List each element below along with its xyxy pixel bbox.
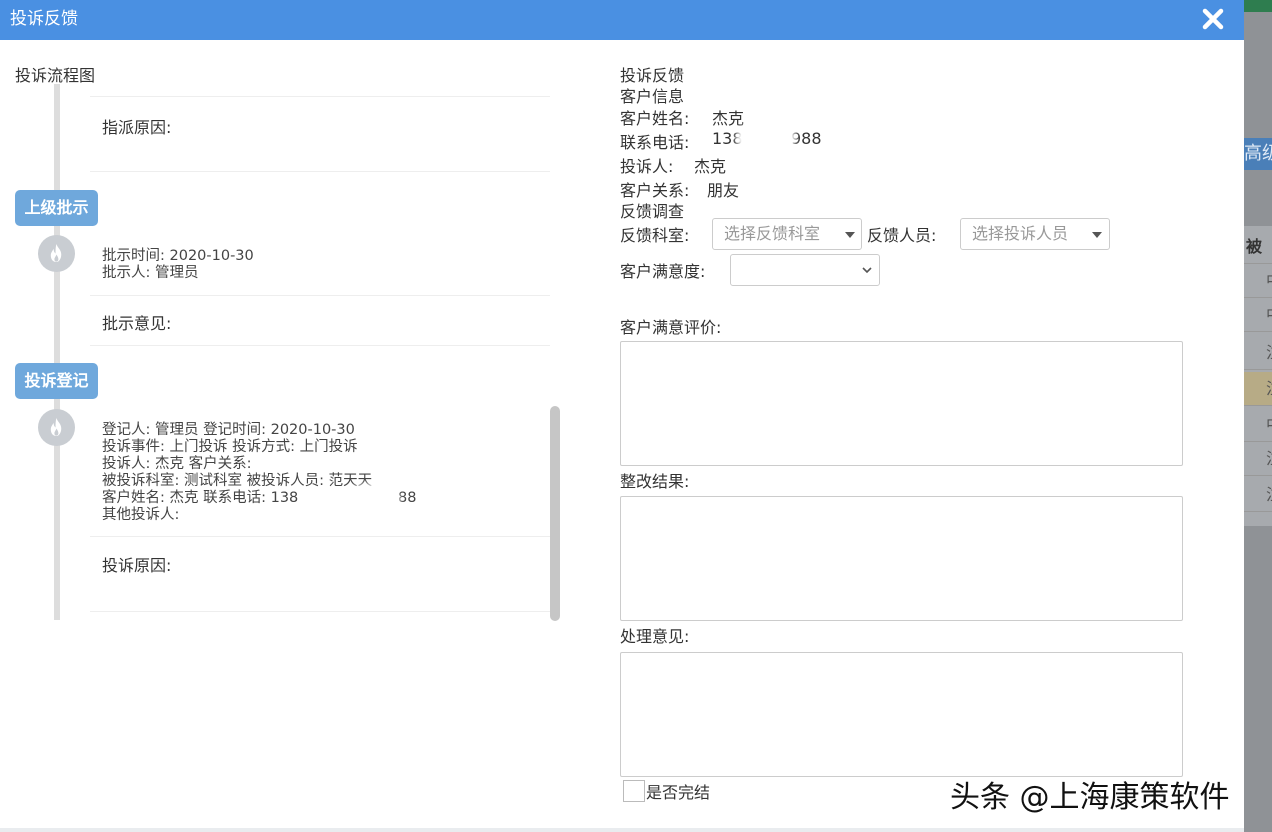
- caret-down-icon: [845, 232, 855, 238]
- done-label: 是否完结: [646, 783, 711, 802]
- flow-scrollbar[interactable]: [550, 406, 560, 621]
- close-button[interactable]: [1198, 4, 1228, 34]
- privacy-blur: [736, 120, 796, 156]
- survey-title: 反馈调查: [620, 202, 685, 221]
- customer-name-value: 杰克: [712, 109, 745, 128]
- modal-title: 投诉反馈: [10, 9, 78, 29]
- flow-title: 投诉流程图: [15, 66, 96, 85]
- feedback-staff-select[interactable]: 选择投诉人员: [960, 218, 1110, 250]
- register-line: 其他投诉人:: [102, 507, 180, 523]
- chevron-down-icon: [862, 267, 872, 274]
- rectify-textarea[interactable]: [620, 496, 1183, 621]
- rectify-label: 整改结果:: [620, 472, 690, 491]
- complainant-value: 杰克: [694, 157, 727, 176]
- background-row: 中: [1244, 298, 1272, 332]
- relation-value: 朋友: [707, 181, 740, 200]
- complaint-reason-card: 投诉原因:: [90, 537, 550, 612]
- background-column-header: 被: [1244, 230, 1272, 264]
- stage-tag-superior-instruction: 上级批示: [15, 190, 98, 226]
- flame-icon: [50, 418, 62, 437]
- stage-tag-complaint-register: 投诉登记: [15, 363, 98, 399]
- handling-label: 处理意见:: [620, 627, 690, 646]
- modal-header: 投诉反馈: [0, 0, 1244, 40]
- complaint-register-info-card: 登记人: 管理员 登记时间: 2020-10-30 投诉事件: 上门投诉 投诉方…: [90, 410, 550, 537]
- close-icon: [1202, 8, 1224, 30]
- register-phone-tail: 88: [398, 490, 417, 506]
- timeline-line: [54, 84, 60, 620]
- background-topbar: [1244, 0, 1272, 12]
- feedback-dept-placeholder: 选择反馈科室: [724, 224, 821, 243]
- dispatch-reason-card: 指派原因:: [90, 96, 550, 172]
- dispatch-reason-label: 指派原因:: [102, 118, 172, 137]
- timeline-node: [38, 409, 75, 446]
- register-line: 登记人: 管理员 登记时间: 2020-10-30: [102, 422, 355, 438]
- instruction-time: 批示时间: 2020-10-30: [102, 248, 254, 264]
- feedback-staff-label: 反馈人员:: [867, 226, 937, 245]
- register-line: 投诉事件: 上门投诉 投诉方式: 上门投诉: [102, 439, 358, 455]
- feedback-staff-placeholder: 选择投诉人员: [972, 224, 1069, 243]
- watermark: 头条 @上海康策软件: [950, 780, 1230, 815]
- background-row-highlighted: 注: [1244, 372, 1272, 406]
- instruction-opinion-label: 批示意见:: [102, 314, 172, 333]
- background-row: 中: [1244, 408, 1272, 442]
- caret-down-icon: [1092, 232, 1102, 238]
- satisfaction-select[interactable]: [730, 254, 880, 286]
- complaint-reason-label: 投诉原因:: [102, 556, 172, 575]
- instruction-opinion-card: 批示意见:: [90, 296, 550, 346]
- background-row: 中: [1244, 264, 1272, 298]
- instruction-person: 批示人: 管理员: [102, 265, 199, 281]
- customer-name-label: 客户姓名:: [620, 109, 690, 128]
- background-row: 注: [1244, 478, 1272, 512]
- handling-textarea[interactable]: [620, 652, 1183, 777]
- background-advanced-button: 高级: [1244, 138, 1272, 170]
- complaint-feedback-modal: 投诉反馈 投诉流程图 指派原因: 上级批示 批示时间: 2020-10-30 批…: [0, 0, 1244, 828]
- background-row: 注: [1244, 336, 1272, 370]
- register-line: 客户姓名: 杰克 联系电话: 138: [102, 490, 299, 506]
- done-checkbox[interactable]: [623, 780, 645, 802]
- background-page: 高级 被 中 中 注 注 中 注 注: [1244, 0, 1272, 832]
- phone-label: 联系电话:: [620, 133, 690, 152]
- timeline-node: [38, 235, 75, 272]
- satisfaction-label: 客户满意度:: [620, 262, 706, 281]
- superior-instruction-info-card: 批示时间: 2020-10-30 批示人: 管理员: [90, 236, 550, 296]
- complainant-label: 投诉人:: [620, 157, 674, 176]
- background-row: 注: [1244, 442, 1272, 476]
- register-line: 被投诉科室: 测试科室 被投诉人员: 范天天: [102, 473, 373, 489]
- feedback-dept-label: 反馈科室:: [620, 226, 690, 245]
- evaluation-textarea[interactable]: [620, 341, 1183, 466]
- evaluation-label: 客户满意评价:: [620, 318, 722, 337]
- privacy-blur: [340, 484, 400, 516]
- customer-info-title: 客户信息: [620, 87, 685, 106]
- feedback-dept-select[interactable]: 选择反馈科室: [712, 218, 862, 250]
- register-line: 投诉人: 杰克 客户关系:: [102, 456, 252, 472]
- flame-icon: [50, 244, 62, 263]
